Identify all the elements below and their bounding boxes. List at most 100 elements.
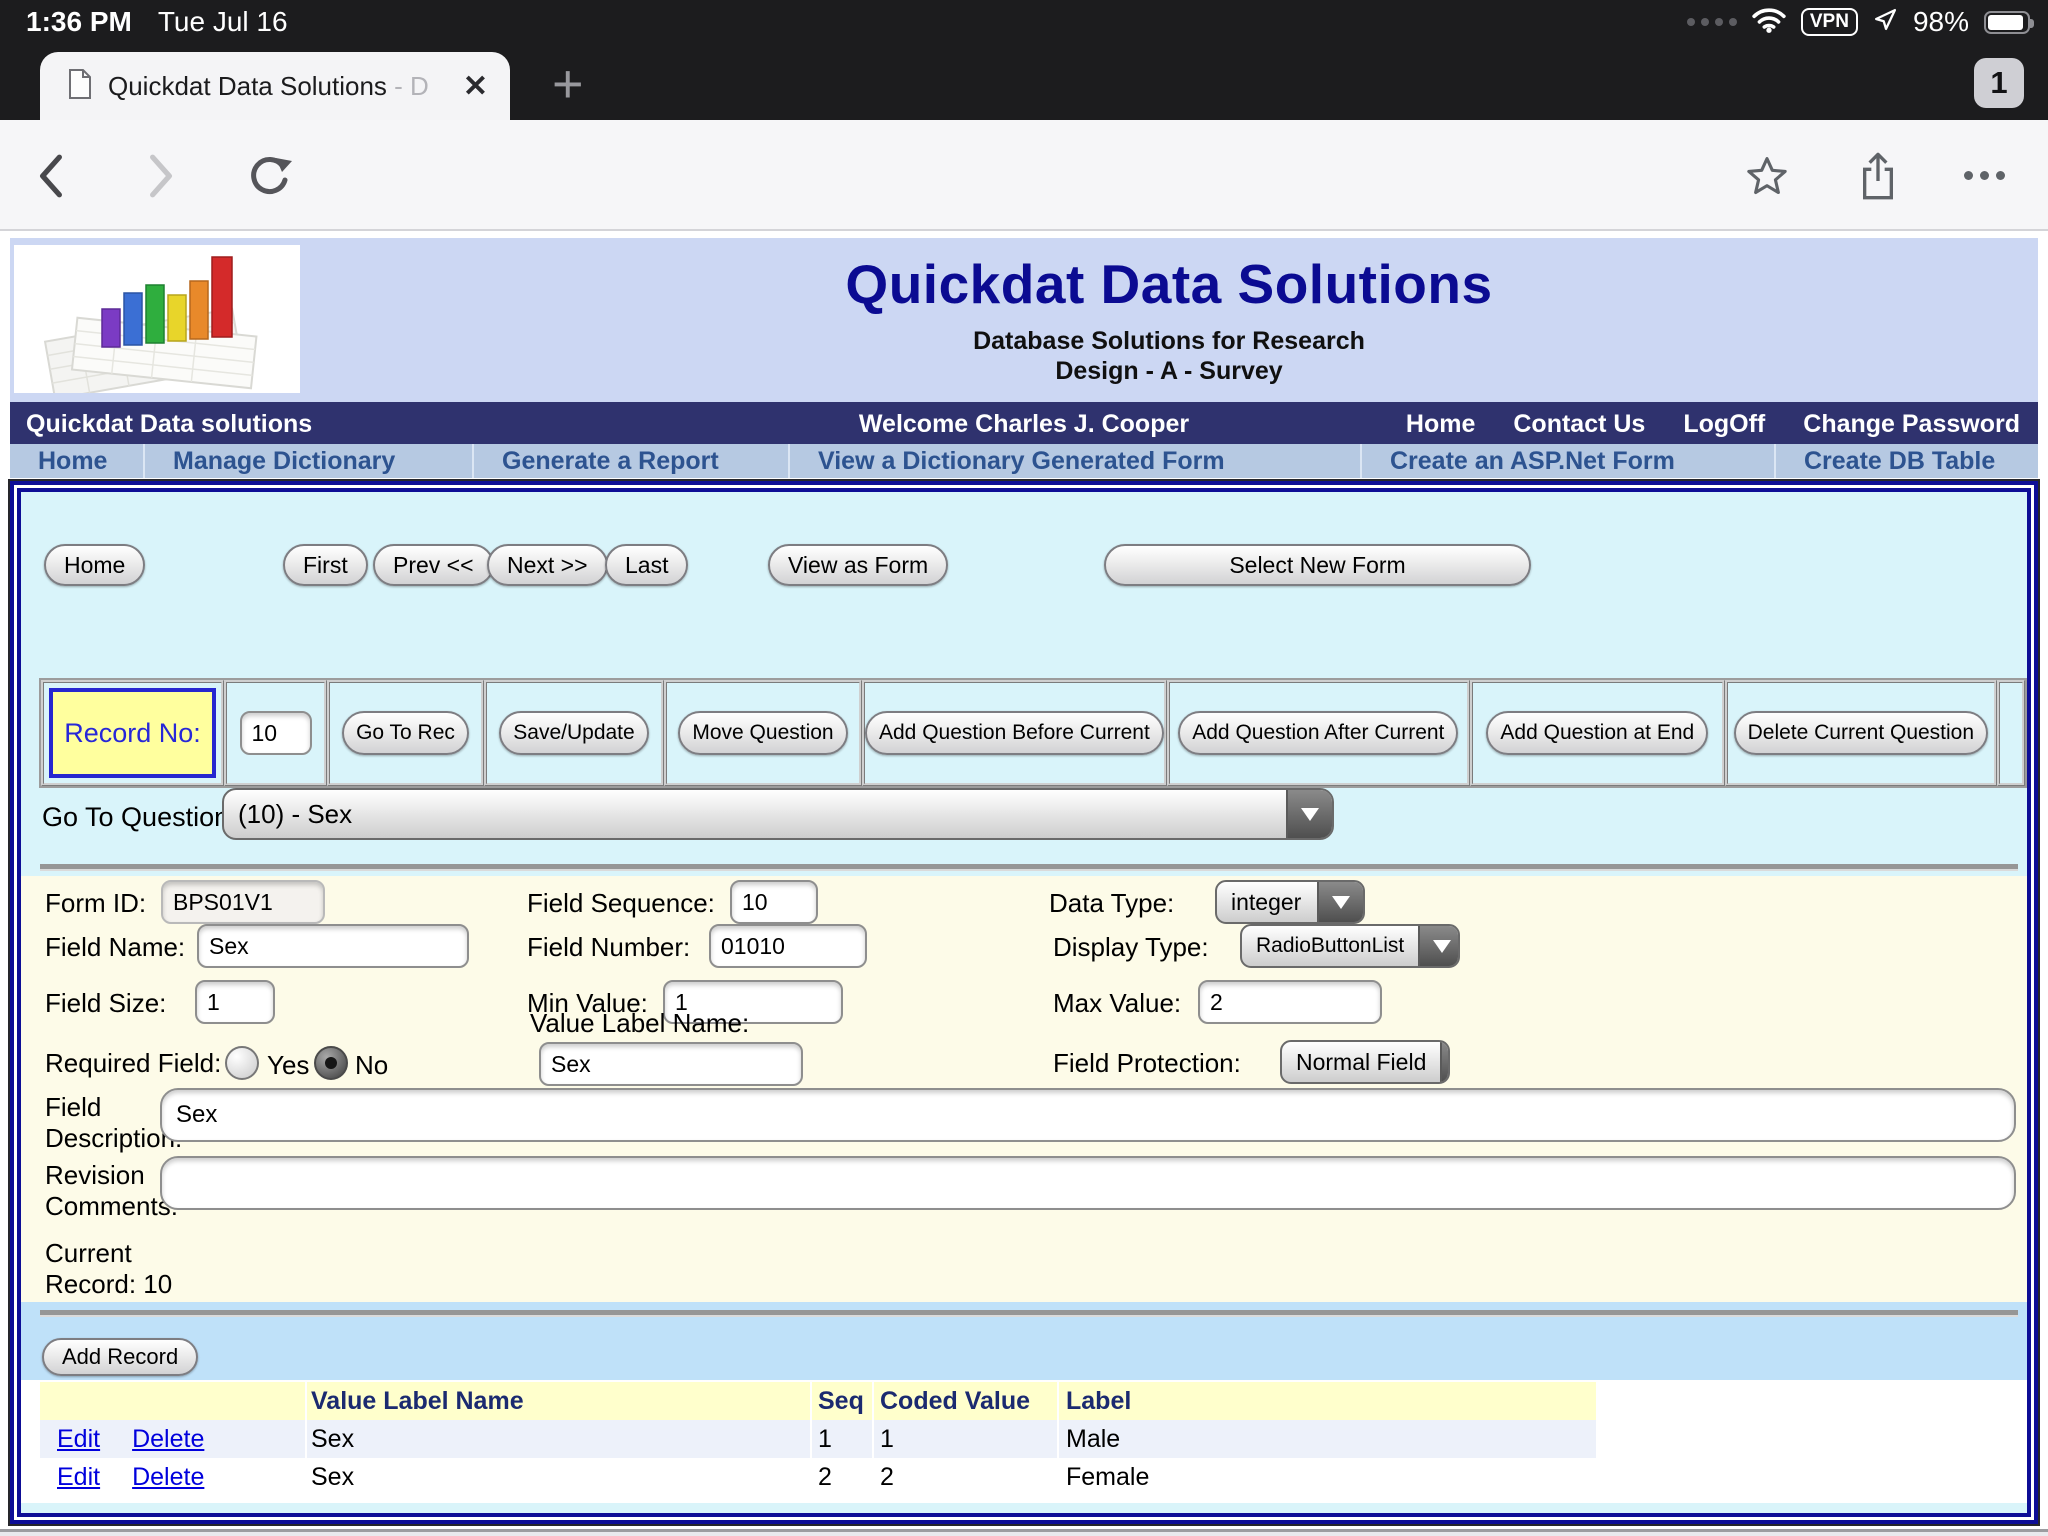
battery-percent: 98% [1912,6,1969,37]
edit-link[interactable]: Edit [57,1463,100,1492]
site-header: Quickdat Data Solutions Database Solutio… [10,238,2038,402]
delete-link[interactable]: Delete [132,1463,204,1492]
field-number-input[interactable] [709,924,867,968]
required-yes-label: Yes [267,1050,310,1080]
field-number-label: Field Number: [527,932,691,962]
site-subtitle-2: Design - A - Survey [1055,357,1283,385]
add-record-button[interactable]: Add Record [42,1338,199,1376]
chevron-down-icon [1440,1042,1448,1082]
save-update-button[interactable]: Save/Update [499,711,649,755]
delete-current-question-button[interactable]: Delete Current Question [1733,711,1989,755]
field-protection-select[interactable]: Normal Field [1280,1040,1450,1084]
cell-value-label-name: Sex [305,1420,810,1458]
cell-seq: 1 [810,1420,872,1458]
table-row: Edit Delete Sex 2 2 Female [40,1458,1596,1496]
field-name-input[interactable] [197,924,469,968]
device-top-bar: 1:36 PM Tue Jul 16 VPN 98% Quickdat Data… [0,0,2048,120]
bookmark-star-icon[interactable] [1745,120,1789,231]
display-type-label: Display Type: [1053,932,1209,962]
chevron-down-icon [1418,926,1458,966]
share-icon[interactable] [1858,120,1898,231]
field-description-input[interactable] [160,1088,2016,1142]
cell-label: Male [1057,1420,1596,1458]
menu-item-home[interactable]: Home [10,444,145,478]
field-form: Form ID: Field Sequence: Data Type: inte… [21,876,2027,1302]
edit-link[interactable]: Edit [57,1425,100,1454]
required-no-radio[interactable] [314,1046,348,1080]
data-type-label: Data Type: [1049,888,1175,918]
status-left: 1:36 PM Tue Jul 16 [26,0,288,44]
battery-icon [1984,10,2034,34]
top-navbar: Quickdat Data solutions Welcome Charles … [10,402,2038,444]
cell-coded-value: 1 [872,1420,1057,1458]
display-type-select[interactable]: RadioButtonList [1240,924,1460,968]
revision-comments-input[interactable] [160,1156,2016,1210]
delete-link[interactable]: Delete [132,1425,204,1454]
browser-toolbar: quickdat.azurewebsites.net [0,120,2048,328]
record-no-input[interactable] [239,711,312,755]
move-question-button[interactable]: Move Question [678,711,848,755]
record-toolbar: Record No: Go To Rec Save/Update Move Qu… [39,678,2027,788]
max-value-label: Max Value: [1053,988,1182,1018]
field-size-input[interactable] [195,980,275,1024]
cell-value-label-name: Sex [305,1458,810,1496]
menu-item-view-dictionary-form[interactable]: View a Dictionary Generated Form [790,444,1362,478]
value-label-name-input[interactable] [539,1042,803,1086]
col-seq: Seq [810,1382,872,1420]
required-no-label: No [355,1050,389,1080]
divider [40,864,2018,871]
page-title: Quickdat Data Solutions [845,253,1493,315]
data-type-select[interactable]: integer [1215,880,1365,924]
back-button[interactable] [38,120,64,231]
goto-question-selected: (10) - Sex [238,798,353,829]
home-button[interactable]: Home [44,544,146,586]
max-value-input[interactable] [1198,980,1382,1024]
tab-close-icon[interactable]: ✕ [463,69,488,104]
main-content: Home First Prev << Next >> Last View as … [10,481,2038,1524]
nav-link-contact-us[interactable]: Contact Us [1513,410,1645,439]
field-sequence-input[interactable] [730,880,818,924]
chevron-down-icon [1317,882,1363,922]
first-record-button[interactable]: First [283,544,368,586]
divider [40,1310,2018,1317]
record-no-label: Record No: [49,688,216,778]
menu-item-generate-report[interactable]: Generate a Report [474,444,790,478]
col-coded-value: Coded Value [872,1382,1057,1420]
view-as-form-button[interactable]: View as Form [768,544,949,586]
current-record-text: Current Record: 10 [45,1238,173,1299]
reload-button[interactable] [246,120,294,231]
go-to-rec-button[interactable]: Go To Rec [342,711,469,755]
form-id-input[interactable] [161,880,325,924]
tab-count-button[interactable]: 1 [1974,58,2024,108]
browser-tab[interactable]: Quickdat Data Solutions - D ✕ [40,52,510,120]
page-icon [68,68,92,104]
chevron-down-icon [1286,790,1332,838]
table-header-row: Value Label Name Seq Coded Value Label [40,1382,1596,1420]
more-menu-icon[interactable] [1964,120,2005,231]
welcome-text: Welcome Charles J. Cooper [858,410,1190,438]
new-tab-button[interactable]: + [552,54,584,114]
navbar-brand: Quickdat Data solutions [26,410,313,438]
select-new-form-button[interactable]: Select New Form [1104,544,1531,586]
goto-question-select[interactable]: (10) - Sex [222,788,1334,840]
site-subtitle-1: Database Solutions for Research [973,327,1365,355]
required-yes-radio[interactable] [225,1046,259,1080]
add-question-at-end-button[interactable]: Add Question at End [1486,711,1709,755]
nav-link-logoff[interactable]: LogOff [1683,410,1765,439]
next-record-button[interactable]: Next >> [487,544,608,586]
add-question-after-button[interactable]: Add Question After Current [1178,711,1459,755]
menu-item-manage-dictionary[interactable]: Manage Dictionary [145,444,474,478]
nav-link-change-password[interactable]: Change Password [1803,410,2020,439]
menu-item-create-aspnet-form[interactable]: Create an ASP.Net Form [1362,444,1776,478]
forward-button[interactable] [148,120,174,231]
menu-item-create-db-table[interactable]: Create DB Table [1776,444,2038,478]
nav-link-home[interactable]: Home [1406,410,1475,439]
cell-coded-value: 2 [872,1458,1057,1496]
field-size-label: Field Size: [45,988,167,1018]
required-field-label: Required Field: [45,1048,222,1078]
table-row: Edit Delete Sex 1 1 Male [40,1420,1596,1458]
add-question-before-button[interactable]: Add Question Before Current [865,711,1164,755]
menu-bar: Home Manage Dictionary Generate a Report… [10,444,2038,478]
prev-record-button[interactable]: Prev << [373,544,494,586]
last-record-button[interactable]: Last [605,544,689,586]
